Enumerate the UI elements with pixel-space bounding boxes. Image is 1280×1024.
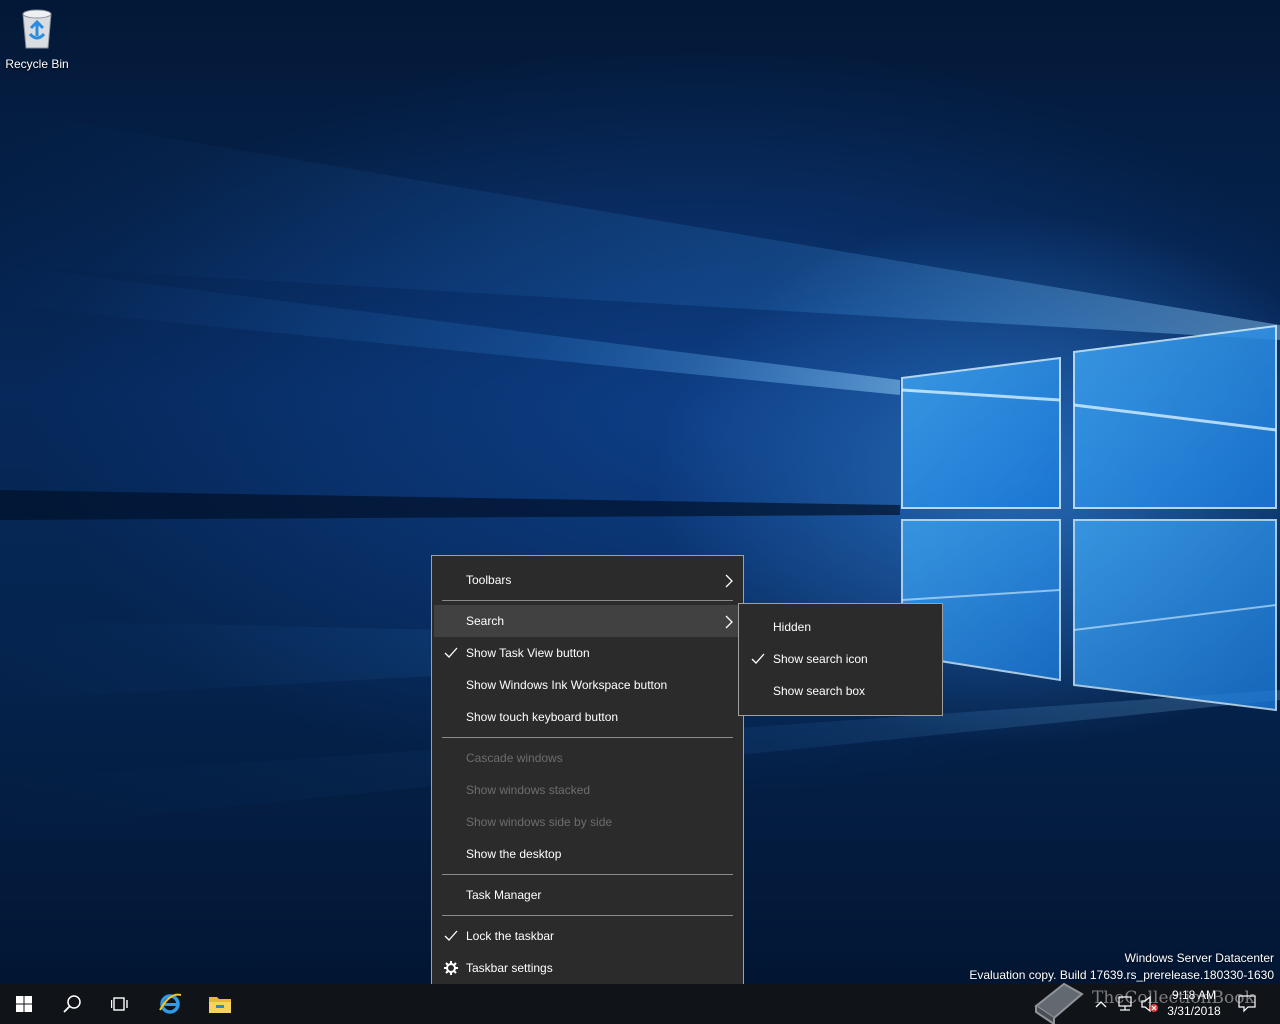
menu-item-search[interactable]: Search bbox=[434, 605, 741, 637]
menu-separator bbox=[442, 874, 733, 875]
task-view-icon bbox=[111, 997, 128, 1011]
file-explorer-button[interactable] bbox=[196, 984, 244, 1024]
internet-explorer-button[interactable] bbox=[146, 984, 194, 1024]
submenu-item-show-search-icon[interactable]: Show search icon bbox=[741, 643, 940, 675]
chevron-right-icon bbox=[725, 574, 733, 588]
menu-item-show-windows-stacked: Show windows stacked bbox=[466, 783, 591, 797]
search-icon bbox=[63, 995, 81, 1013]
gear-icon bbox=[444, 961, 458, 975]
brand-watermark-text: TheCollectionBook bbox=[1092, 988, 1255, 1008]
menu-separator bbox=[442, 915, 733, 916]
start-icon bbox=[16, 996, 32, 1012]
menu-item-show-the-desktop[interactable]: Show the desktop bbox=[434, 838, 741, 870]
menu-separator bbox=[442, 737, 733, 738]
menu-item-show-touch-keyboard-button[interactable]: Show touch keyboard button bbox=[434, 701, 741, 733]
menu-item-show-windows-side-by-side: Show windows side by side bbox=[466, 815, 613, 829]
search-button[interactable] bbox=[48, 984, 96, 1024]
checkmark-icon bbox=[444, 647, 458, 658]
taskbar-context-menu: Toolbars Search Show Task View button Sh… bbox=[431, 555, 744, 993]
menu-item-lock-the-taskbar[interactable]: Lock the taskbar bbox=[434, 920, 741, 952]
submenu-item-hidden[interactable]: Hidden bbox=[741, 611, 940, 643]
recycle-bin-icon bbox=[22, 9, 52, 49]
file-explorer-icon bbox=[209, 997, 231, 1013]
watermark-edition: Windows Server Datacenter bbox=[1124, 951, 1274, 965]
task-view-button[interactable] bbox=[96, 984, 144, 1024]
internet-explorer-icon bbox=[159, 993, 182, 1014]
build-watermark: Windows Server Datacenter Evaluation cop… bbox=[969, 950, 1274, 984]
taskbar[interactable]: 9:18 AM 3/31/2018 bbox=[0, 984, 1280, 1024]
desktop-icon-recycle-bin[interactable]: Recycle Bin bbox=[2, 6, 72, 71]
submenu-item-show-search-box[interactable]: Show search box bbox=[741, 675, 940, 707]
menu-separator bbox=[442, 600, 733, 601]
book-logo-icon bbox=[1034, 982, 1084, 1024]
menu-item-show-task-view-button[interactable]: Show Task View button bbox=[434, 637, 741, 669]
watermark-build: Evaluation copy. Build 17639.rs_prerelea… bbox=[969, 968, 1274, 982]
checkmark-icon bbox=[751, 653, 765, 664]
menu-item-cascade-windows: Cascade windows bbox=[466, 751, 563, 765]
start-button[interactable] bbox=[0, 984, 48, 1024]
menu-item-show-windows-ink-workspace-button[interactable]: Show Windows Ink Workspace button bbox=[434, 669, 741, 701]
menu-item-task-manager[interactable]: Task Manager bbox=[434, 879, 741, 911]
menu-item-taskbar-settings[interactable]: Taskbar settings bbox=[434, 952, 741, 984]
checkmark-icon bbox=[444, 930, 458, 941]
chevron-right-icon bbox=[725, 615, 733, 629]
desktop-icon-label: Recycle Bin bbox=[5, 57, 69, 71]
menu-item-toolbars[interactable]: Toolbars bbox=[434, 564, 741, 596]
search-submenu: Hidden Show search icon Show search box bbox=[738, 603, 943, 716]
